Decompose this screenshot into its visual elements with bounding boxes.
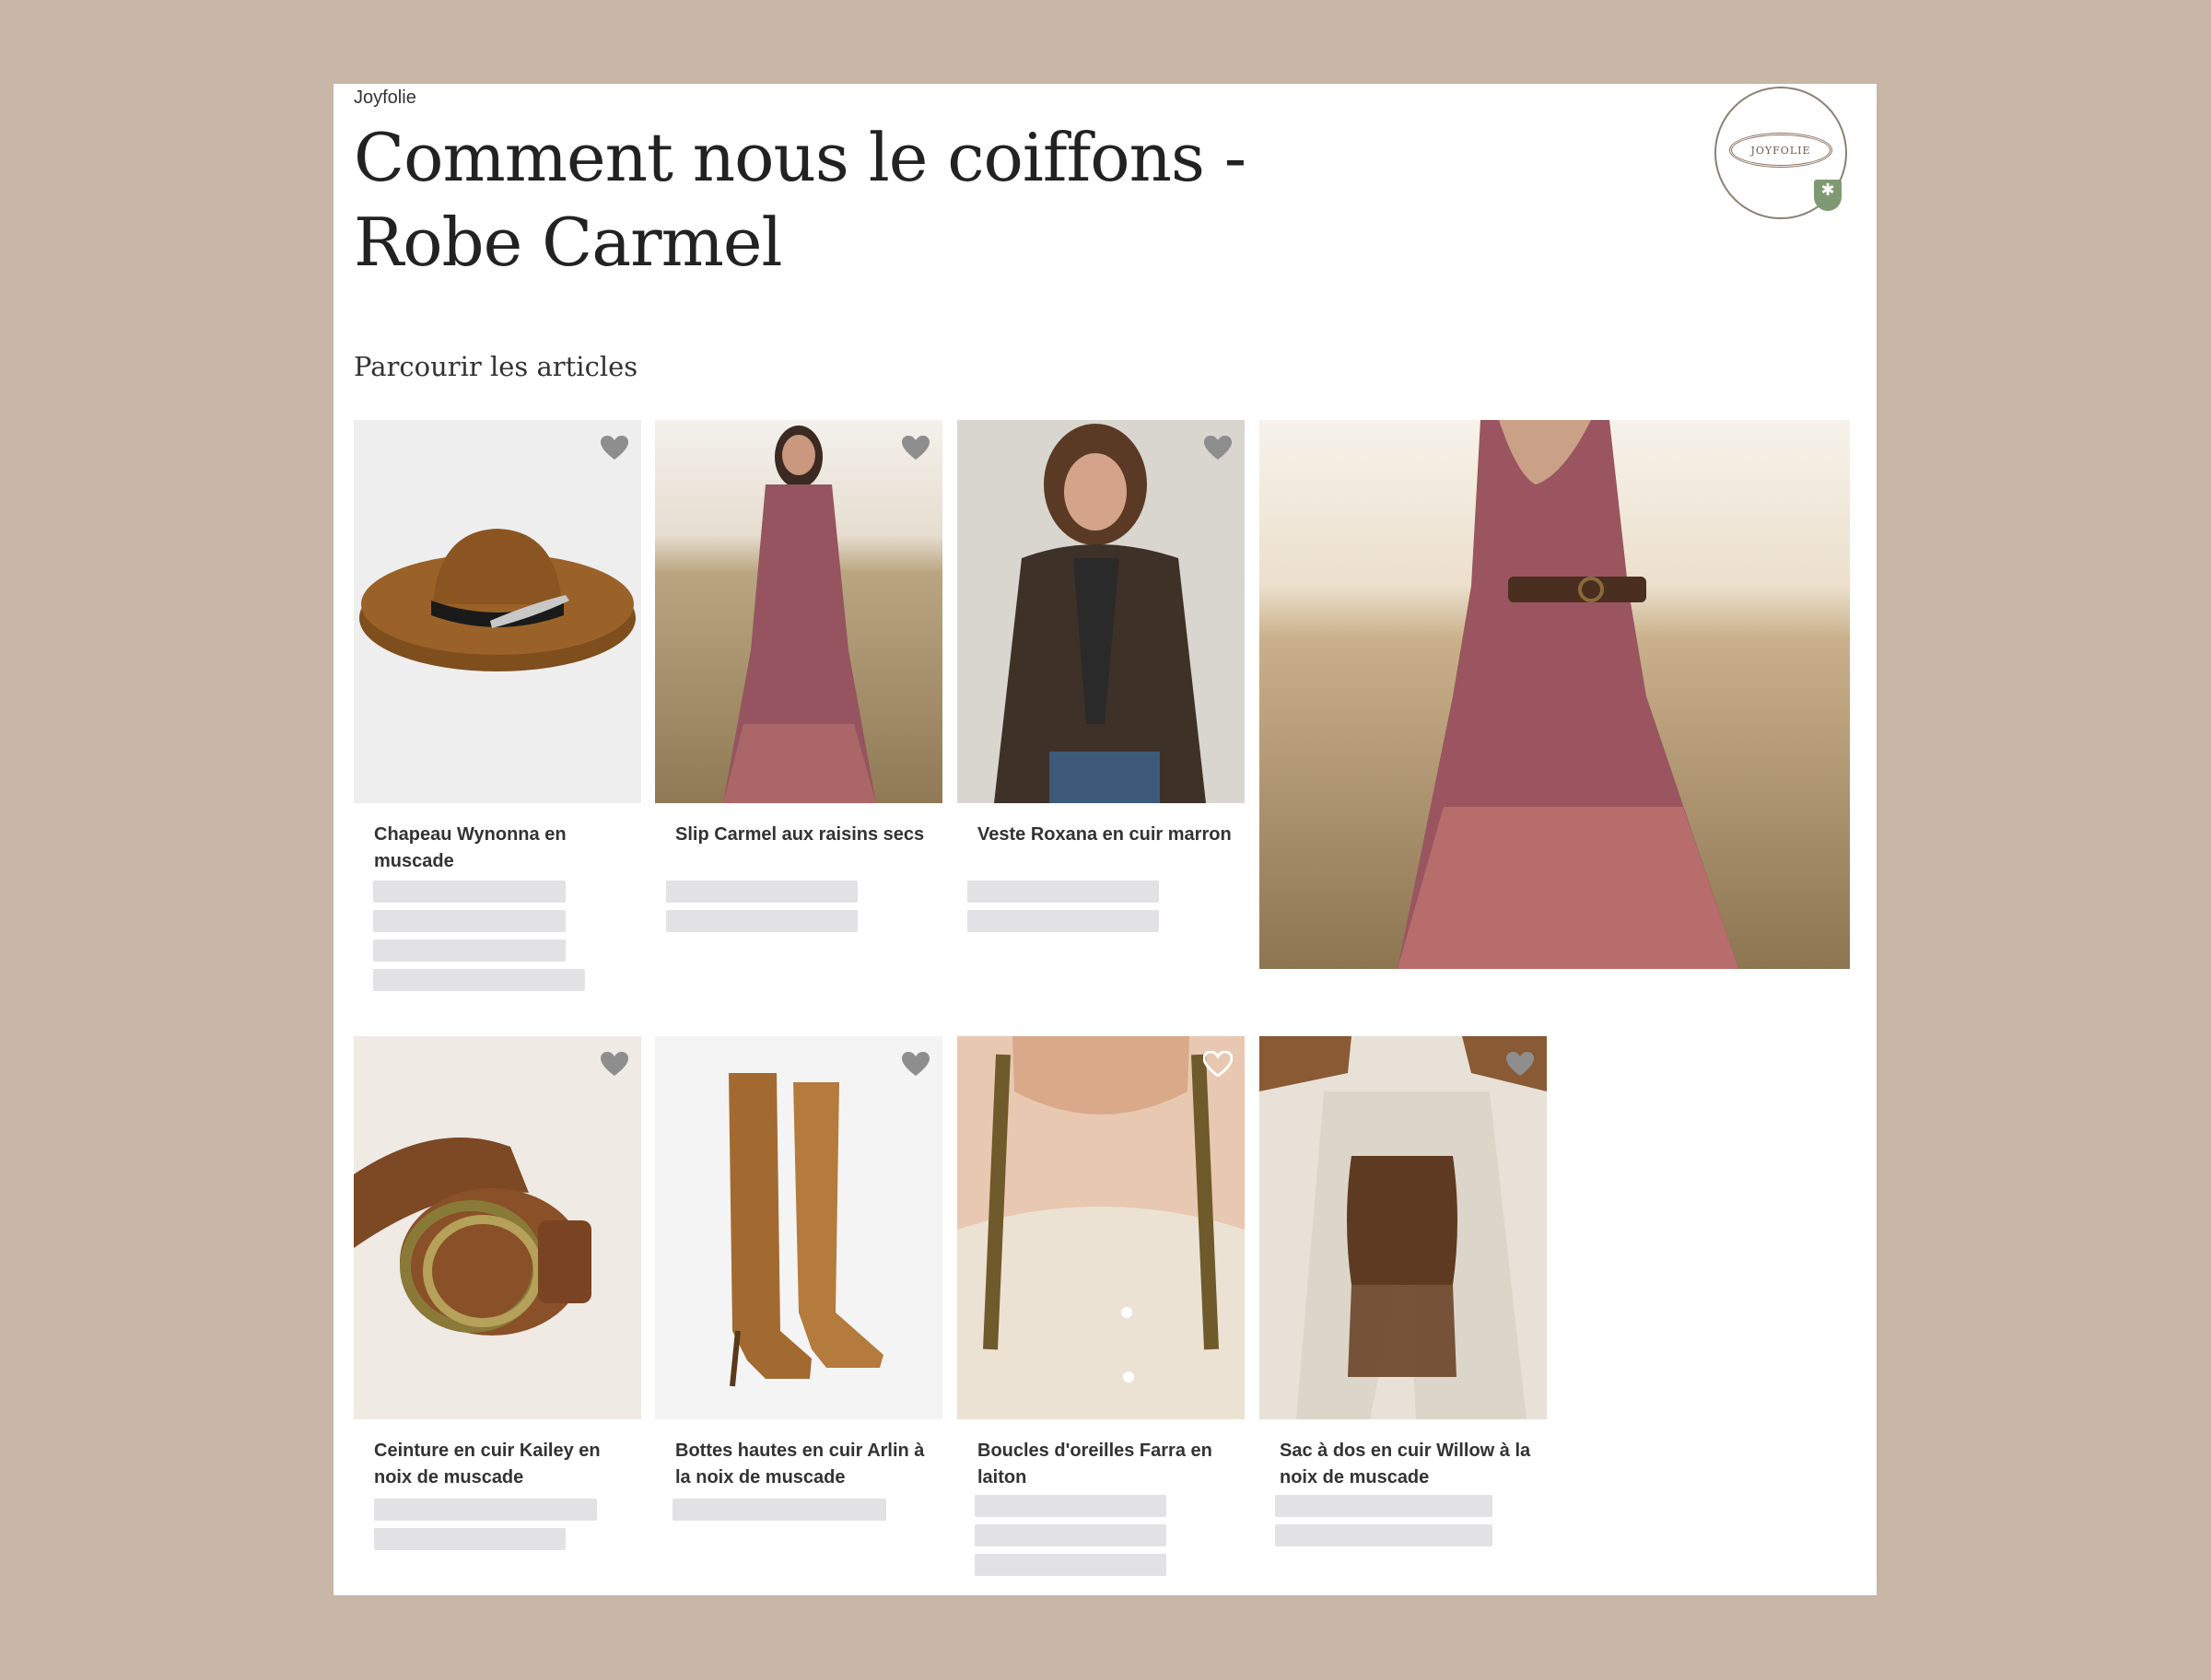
price-placeholder [975, 1554, 1166, 1576]
badge-icon: ✱ [1814, 180, 1842, 211]
product-image[interactable] [957, 420, 1245, 803]
page-title: Comment nous le coiffons - Robe Carmel [354, 119, 1246, 281]
product-name[interactable]: Chapeau Wynonna en muscade [374, 822, 632, 875]
price-placeholder [1275, 1495, 1492, 1517]
product-image[interactable] [354, 1036, 641, 1419]
price-placeholder [1275, 1524, 1492, 1546]
product-name[interactable]: Boucles d'oreilles Farra en laiton [977, 1438, 1235, 1491]
product-name[interactable]: Slip Carmel aux raisins secs [675, 822, 933, 848]
favorite-button[interactable] [1504, 1049, 1536, 1079]
heart-icon [601, 436, 628, 460]
price-placeholder [373, 910, 566, 932]
price-placeholder [673, 1499, 886, 1521]
product-image[interactable] [655, 420, 942, 803]
heart-icon [1203, 1051, 1233, 1077]
logo-icon: JOYFOLIE [1729, 133, 1832, 168]
product-name[interactable]: Veste Roxana en cuir marron [977, 822, 1235, 848]
heart-icon [902, 1052, 930, 1076]
product-image[interactable] [957, 1036, 1245, 1419]
logo-text: JOYFOLIE [1750, 144, 1811, 157]
favorite-button[interactable] [1202, 433, 1234, 462]
content-panel: Joyfolie Comment nous le coiffons - Robe… [333, 84, 1877, 1595]
heart-icon [601, 1052, 628, 1076]
section-title: Parcourir les articles [354, 351, 638, 382]
product-name[interactable]: Ceinture en cuir Kailey en noix de musca… [374, 1438, 632, 1491]
favorite-button[interactable] [599, 433, 630, 462]
price-placeholder [967, 881, 1159, 903]
price-placeholder [967, 910, 1159, 932]
brand-link[interactable]: Joyfolie [354, 88, 416, 109]
favorite-button[interactable] [1202, 1049, 1234, 1079]
favorite-button[interactable] [900, 1049, 931, 1079]
price-placeholder [374, 1528, 566, 1550]
product-image[interactable] [655, 1036, 942, 1419]
favorite-button[interactable] [900, 433, 931, 462]
heart-icon [1506, 1052, 1534, 1076]
price-placeholder [666, 910, 858, 932]
price-placeholder [373, 939, 566, 962]
heart-icon [1204, 436, 1232, 460]
product-name[interactable]: Bottes hautes en cuir Arlin à la noix de… [675, 1438, 933, 1491]
product-image[interactable] [354, 420, 641, 803]
price-placeholder [666, 881, 858, 903]
favorite-button[interactable] [599, 1049, 630, 1079]
price-placeholder [975, 1524, 1166, 1546]
product-name[interactable]: Sac à dos en cuir Willow à la noix de mu… [1280, 1438, 1538, 1491]
price-placeholder [374, 1499, 597, 1521]
price-placeholder [373, 881, 566, 903]
price-placeholder [975, 1495, 1166, 1517]
heart-icon [902, 436, 930, 460]
feature-image[interactable] [1259, 420, 1850, 969]
product-image[interactable] [1259, 1036, 1547, 1419]
price-placeholder [373, 969, 585, 991]
